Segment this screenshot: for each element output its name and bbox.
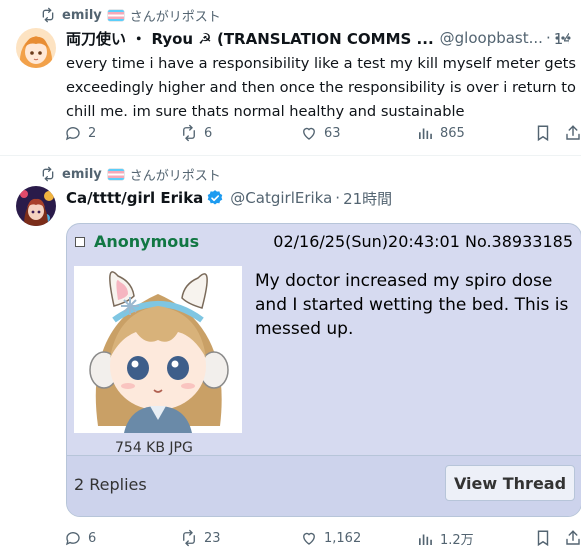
reply-summary: 2 Replies [74, 475, 147, 494]
display-name[interactable]: Ca/tttt/girl Erika [66, 189, 203, 207]
repost-icon [183, 529, 195, 547]
repost-label: さんがリポスト [129, 9, 221, 25]
reply-button[interactable]: 6 [64, 529, 96, 547]
reply-icon [65, 532, 80, 546]
avatar[interactable] [16, 28, 56, 68]
action-bar: 6 23 1,162 1.2万 [64, 529, 580, 551]
post-body-text: My doctor increased my spiro dose and I … [255, 271, 569, 339]
timestamp[interactable]: 21時間 [343, 188, 392, 208]
trans-flag-emoji [107, 168, 124, 180]
repost-indicator: emily さんがリポスト [40, 6, 221, 25]
reply-count: 6 [88, 530, 97, 546]
bookmark-button[interactable] [534, 124, 552, 142]
repost-count: 23 [204, 530, 221, 546]
repost-indicator: emily さんがリポスト [40, 165, 221, 184]
card-footer: 2 Replies View Thread [67, 455, 581, 516]
bookmark-icon [537, 530, 549, 547]
handle[interactable]: @CatgirlErika [230, 189, 332, 207]
tweet[interactable]: emily さんがリポスト 両刀使い ・ Ryou ☭ (TRANSLATION… [0, 0, 581, 156]
trans-flag-emoji [107, 9, 124, 21]
display-name[interactable]: 両刀使い ・ Ryou ☭ (TRANSLATION COMMS ... [66, 28, 434, 48]
like-icon [303, 127, 315, 140]
repost-icon [183, 124, 195, 142]
action-bar: 2 6 63 865 [64, 124, 580, 146]
thumbnail-image [74, 266, 242, 433]
view-thread-button[interactable]: View Thread [445, 465, 575, 501]
views-button[interactable]: 865 [416, 124, 465, 142]
share-button[interactable] [564, 124, 581, 142]
repost-label: さんがリポスト [129, 168, 221, 184]
like-button[interactable]: 1,162 [300, 529, 361, 547]
reply-icon [65, 127, 80, 141]
more-icon[interactable] [553, 28, 573, 48]
repost-button[interactable]: 6 [180, 124, 212, 142]
separator-dot: · [545, 29, 551, 47]
avatar[interactable] [16, 186, 56, 226]
like-count: 1,162 [324, 530, 362, 546]
file-info: 754 KB JPG [115, 440, 193, 456]
like-icon [303, 532, 315, 545]
separator-dot: · [335, 189, 341, 207]
tweet[interactable]: emily さんがリポスト Ca/tttt/girl Erika @Catgir… [0, 156, 581, 553]
repost-icon [42, 166, 54, 182]
post-date-number: 02/16/25(Sun)20:43:01 No.38933185 [273, 232, 573, 251]
reply-count: 2 [88, 125, 97, 141]
like-count: 63 [324, 125, 341, 141]
author-row: 両刀使い ・ Ryou ☭ (TRANSLATION COMMS ... @gl… [66, 28, 569, 48]
like-button[interactable]: 63 [300, 124, 341, 142]
views-button[interactable]: 1.2万 [416, 529, 474, 548]
post-header: Anonymous 02/16/25(Sun)20:43:01 No.38933… [67, 224, 581, 260]
bookmark-button[interactable] [534, 529, 552, 547]
views-icon [419, 128, 432, 139]
repost-icon [42, 7, 54, 23]
attached-image-card[interactable]: Anonymous 02/16/25(Sun)20:43:01 No.38933… [66, 223, 581, 517]
view-count: 1.2万 [440, 533, 474, 548]
repost-count: 6 [204, 125, 213, 141]
share-icon [566, 125, 580, 140]
repost-user[interactable]: emily [62, 8, 102, 23]
share-icon [566, 530, 580, 545]
repost-button[interactable]: 23 [180, 529, 221, 547]
checkbox-icon [75, 237, 85, 247]
author-row: Ca/tttt/girl Erika @CatgirlErika · 21時間 [66, 188, 569, 208]
view-count: 865 [440, 125, 465, 141]
share-button[interactable] [564, 529, 581, 547]
tweet-text: every time i have a responsibility like … [66, 55, 577, 120]
handle[interactable]: @gloopbast... [440, 29, 543, 47]
views-icon [419, 534, 432, 545]
repost-user[interactable]: emily [62, 167, 102, 182]
verified-icon [208, 190, 223, 205]
poster-name: Anonymous [94, 232, 200, 251]
bookmark-icon [537, 125, 549, 142]
reply-button[interactable]: 2 [64, 124, 96, 142]
